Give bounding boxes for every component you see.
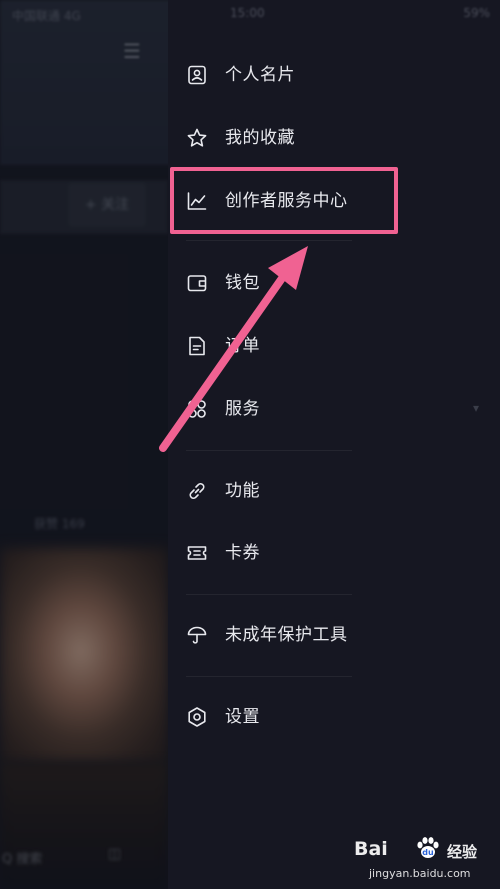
- chevron-down-icon: ▾: [472, 401, 480, 415]
- wallet-icon: [186, 272, 208, 294]
- menu-item-wallet[interactable]: 钱包: [168, 261, 500, 305]
- watermark-suffix: 经验: [447, 843, 478, 861]
- svg-text:du: du: [422, 848, 434, 857]
- menu-item-label: 我的收藏: [225, 128, 295, 148]
- menu-item-settings[interactable]: 设置: [168, 695, 500, 739]
- divider: [186, 240, 352, 241]
- link-icon: [186, 480, 208, 502]
- divider: [186, 450, 352, 451]
- menu-item-label: 钱包: [225, 273, 260, 293]
- paw-logo-icon: du: [417, 837, 439, 858]
- umbrella-icon: [186, 624, 208, 646]
- status-battery: 59%: [463, 6, 490, 20]
- grid-icon: [186, 398, 208, 420]
- menu-item-profile-card[interactable]: 个人名片: [168, 53, 500, 97]
- menu-item-label: 订单: [225, 336, 260, 356]
- side-drawer: 15:00 59% 个人名片 我的收藏 创作者服务中心 钱包 订单 服务 功能 …: [168, 0, 500, 889]
- watermark-brand: Bai: [354, 838, 388, 860]
- menu-item-favorites[interactable]: 我的收藏: [168, 116, 500, 160]
- star-icon: [186, 127, 208, 149]
- divider: [186, 676, 352, 677]
- watermark-url: jingyan.baidu.com: [369, 867, 471, 880]
- menu-item-orders[interactable]: 订单: [168, 324, 500, 368]
- status-time: 15:00: [230, 6, 265, 20]
- menu-item-label: 未成年保护工具: [225, 625, 348, 645]
- menu-item-services[interactable]: 服务: [168, 387, 500, 431]
- settings-icon: [186, 706, 208, 728]
- menu-item-label: 设置: [225, 707, 260, 727]
- divider: [186, 594, 352, 595]
- ticket-icon: [186, 542, 208, 564]
- menu-item-label: 个人名片: [225, 65, 295, 85]
- status-bar: 15:00 59%: [168, 6, 500, 22]
- profile-card-icon: [186, 64, 208, 86]
- menu-item-label: 卡券: [225, 543, 260, 563]
- menu-item-features[interactable]: 功能: [168, 469, 500, 513]
- highlight-box: [170, 167, 398, 234]
- menu-item-label: 功能: [225, 481, 260, 501]
- menu-item-minor-protection[interactable]: 未成年保护工具: [168, 613, 500, 657]
- menu-item-label: 服务: [225, 399, 260, 419]
- background-dim-overlay[interactable]: [0, 0, 168, 889]
- menu-item-coupons[interactable]: 卡券: [168, 531, 500, 575]
- document-icon: [186, 335, 208, 357]
